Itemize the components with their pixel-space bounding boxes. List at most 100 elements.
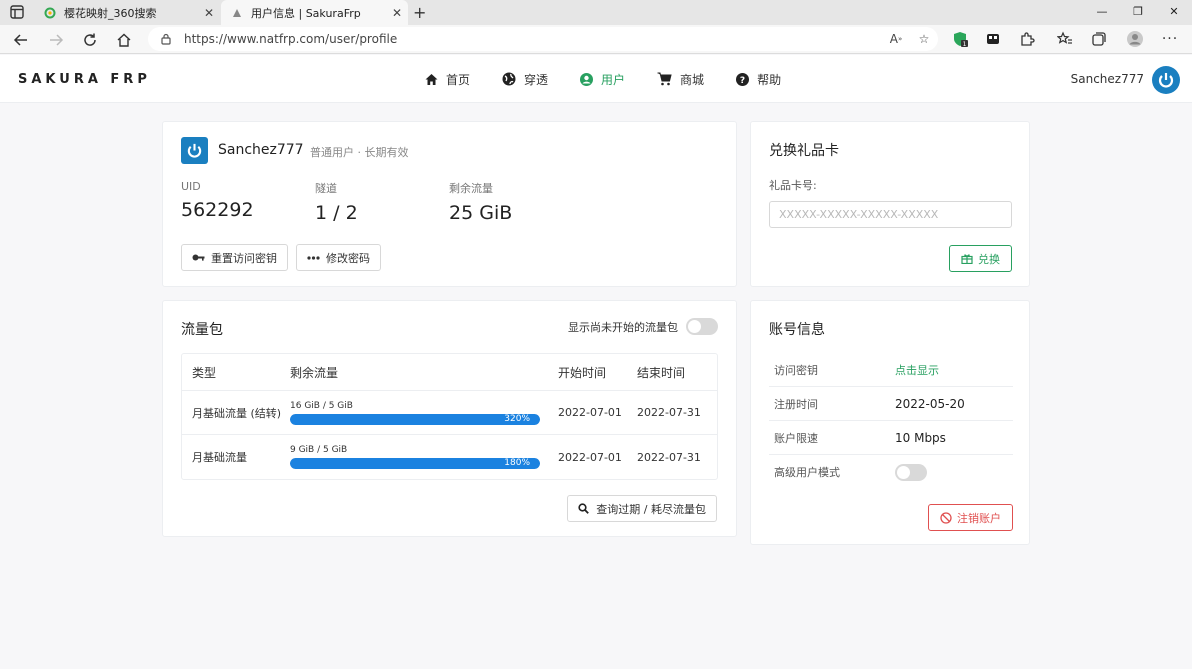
home-browser-icon[interactable] [114, 30, 134, 50]
nav-item-home[interactable]: 首页 [425, 71, 470, 88]
nav-item-tunnel[interactable]: 穿透 [502, 71, 548, 88]
user-circle-icon [580, 72, 594, 86]
extension-shield-icon[interactable]: 1 [948, 28, 972, 50]
stat-value: 1 / 2 [315, 202, 358, 224]
nav-label: 商城 [680, 72, 705, 87]
tab-title: 用户信息 | SakuraFrp [251, 6, 361, 20]
extension-badge: 1 [963, 41, 967, 48]
column-header: 剩余流量 [290, 365, 339, 380]
show-access-key-link[interactable]: 点击显示 [895, 362, 939, 378]
close-window-icon[interactable]: ✕ [1156, 0, 1192, 25]
account-value: 2022-05-20 [895, 396, 965, 411]
progress-bar: 180% [290, 458, 540, 469]
profile-avatar [181, 137, 208, 164]
query-expired-button[interactable]: 查询过期 / 耗尽流量包 [567, 495, 717, 522]
table-row: 月基础流量 (结转) 16 GiB / 5 GiB 320% 2022-07-0… [182, 391, 717, 435]
progress-fill: 320% [290, 413, 540, 425]
gift-card-title: 兑换礼品卡 [769, 143, 839, 159]
advanced-mode-toggle[interactable] [895, 463, 927, 481]
help-icon: ? [736, 72, 750, 86]
traffic-table: 类型 剩余流量 开始时间 结束时间 月基础流量 (结转) 16 GiB / 5 … [181, 353, 718, 480]
extension-icon[interactable] [981, 28, 1005, 50]
profile-type: 普通用户 · 长期有效 [310, 146, 409, 159]
redeem-button[interactable]: 兑换 [949, 245, 1012, 272]
profile-card: Sanchez777 普通用户 · 长期有效 UID 562292 隧道 1 /… [162, 121, 737, 287]
package-remaining: 9 GiB / 5 GiB 180% [290, 445, 558, 469]
lock-icon[interactable] [160, 33, 172, 45]
header-avatar[interactable] [1152, 66, 1180, 94]
package-remaining: 16 GiB / 5 GiB 320% [290, 401, 558, 425]
collections-icon[interactable] [1087, 28, 1111, 50]
url-text[interactable]: https://www.natfrp.com/user/profile [184, 32, 397, 46]
window-controls: — ❐ ✕ [1084, 0, 1192, 25]
site-logo[interactable]: SAKURA FRP [18, 72, 151, 87]
account-value: 10 Mbps [895, 430, 946, 445]
cart-icon [657, 72, 672, 86]
nav-item-user[interactable]: 用户 [580, 71, 625, 88]
tab-actions-icon[interactable] [10, 5, 24, 19]
package-type: 月基础流量 [192, 451, 247, 464]
account-key: 访问密钥 [774, 363, 818, 377]
power-icon [1158, 73, 1174, 88]
delete-account-button[interactable]: 注销账户 [928, 504, 1013, 531]
tab-title: 樱花映射_360搜索 [64, 6, 157, 20]
delete-account-label: 注销账户 [957, 511, 1001, 525]
address-bar[interactable]: https://www.natfrp.com/user/profile A» ☆ [148, 27, 938, 51]
tab-close-icon[interactable]: ✕ [198, 6, 220, 20]
profile-name: Sanchez777 [218, 142, 304, 158]
stat-value: 25 GiB [449, 202, 513, 224]
address-bar-actions: A» ☆ [882, 27, 938, 51]
column-header: 结束时间 [637, 365, 686, 380]
header-username[interactable]: Sanchez777 [1071, 72, 1144, 86]
package-start: 2022-07-01 [558, 450, 622, 464]
nav-item-shop[interactable]: 商城 [657, 71, 704, 88]
reset-key-button[interactable]: 重置访问密钥 [181, 244, 288, 271]
gift-card-input[interactable] [769, 201, 1012, 228]
package-end: 2022-07-31 [637, 450, 701, 464]
back-icon[interactable] [11, 30, 31, 50]
stat-tunnels: 隧道 1 / 2 [315, 180, 358, 224]
maximize-icon[interactable]: ❐ [1120, 0, 1156, 25]
progress-fill: 180% [290, 458, 540, 469]
globe-icon [502, 72, 516, 86]
gift-card-label: 礼品卡号: [769, 179, 817, 192]
tab-close-icon[interactable]: ✕ [386, 6, 408, 20]
stat-remaining-traffic: 剩余流量 25 GiB [449, 180, 512, 224]
search-icon [578, 503, 590, 514]
favorite-star-icon[interactable]: ☆ [910, 27, 938, 51]
more-menu-icon[interactable]: ··· [1158, 28, 1182, 50]
refresh-icon[interactable] [80, 30, 100, 50]
account-key: 注册时间 [774, 397, 818, 411]
nav-label: 首页 [446, 72, 471, 87]
forward-icon [46, 30, 66, 50]
package-end: 2022-07-31 [637, 406, 701, 419]
table-header: 类型 剩余流量 开始时间 结束时间 [182, 354, 717, 391]
change-password-label: 修改密码 [326, 251, 370, 265]
password-dots-icon [307, 255, 320, 260]
column-header: 开始时间 [558, 365, 607, 380]
stat-value: 562292 [181, 199, 254, 221]
stat-label: UID [181, 180, 201, 193]
power-icon [187, 143, 202, 158]
read-aloud-icon[interactable]: A» [882, 27, 910, 51]
show-pending-toggle[interactable] [686, 318, 718, 335]
browser-tab-360-search[interactable]: 樱花映射_360搜索 ✕ [34, 0, 220, 25]
favorites-icon[interactable] [1053, 28, 1077, 50]
nav-label: 用户 [601, 72, 626, 87]
show-pending-toggle-row: 显示尚未开始的流量包 [568, 318, 718, 335]
remaining-text: 9 GiB / 5 GiB [290, 445, 348, 455]
site-header: SAKURA FRP 首页 穿透 用户 商城 ? 帮助 Sanchez777 [0, 55, 1192, 103]
new-tab-icon[interactable]: + [413, 3, 426, 22]
browser-tab-sakurafrp[interactable]: 用户信息 | SakuraFrp ✕ [221, 0, 408, 25]
account-row-access-key: 访问密钥 点击显示 [769, 353, 1013, 387]
account-info-card: 账号信息 访问密钥 点击显示 注册时间 2022-05-20 账户限速 10 M… [750, 300, 1030, 545]
account-row-advanced-mode: 高级用户模式 [769, 455, 1013, 489]
change-password-button[interactable]: 修改密码 [296, 244, 381, 271]
nav-label: 穿透 [524, 72, 549, 87]
nav-item-help[interactable]: ? 帮助 [736, 71, 781, 88]
360-search-favicon-icon [44, 7, 56, 18]
minimize-icon[interactable]: — [1084, 0, 1120, 25]
extensions-puzzle-icon[interactable] [1015, 28, 1039, 50]
profile-icon[interactable] [1123, 28, 1147, 50]
stat-uid: UID 562292 [181, 180, 254, 221]
